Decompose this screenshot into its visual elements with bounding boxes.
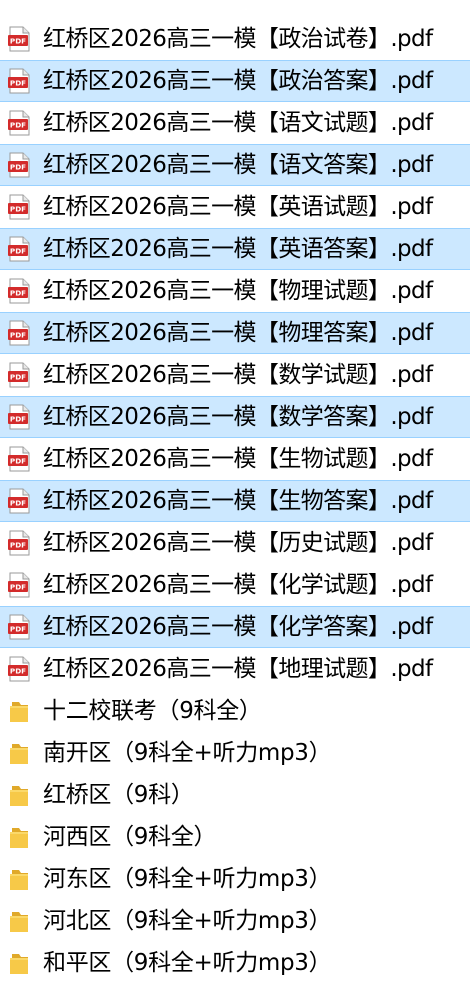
- pdf-file-icon: PDF: [8, 488, 30, 514]
- folder-icon: [10, 786, 28, 806]
- pdf-file-icon: PDF: [8, 362, 30, 388]
- file-row[interactable]: PDF 红桥区2026高三一模【英语答案】.pdf: [0, 228, 470, 270]
- file-row[interactable]: PDF 红桥区2026高三一模【化学答案】.pdf: [0, 606, 470, 648]
- svg-text:PDF: PDF: [10, 163, 26, 172]
- folder-name: 红桥区（9科）: [43, 782, 194, 808]
- folder-name: 十二校联考（9科全）: [43, 698, 262, 724]
- file-name: 红桥区2026高三一模【物理答案】.pdf: [43, 320, 433, 346]
- file-name: 红桥区2026高三一模【英语试题】.pdf: [43, 194, 433, 220]
- file-name: 红桥区2026高三一模【化学试题】.pdf: [43, 572, 433, 598]
- folder-icon: [10, 702, 28, 722]
- pdf-file-icon: PDF: [8, 530, 30, 556]
- folder-row[interactable]: 和平区（9科全+听力mp3）: [0, 942, 470, 984]
- pdf-file-icon: PDF: [8, 404, 30, 430]
- file-name: 红桥区2026高三一模【语文答案】.pdf: [43, 152, 433, 178]
- svg-text:PDF: PDF: [10, 415, 26, 424]
- folder-icon: [10, 744, 28, 764]
- folder-row[interactable]: 河东区（9科全+听力mp3）: [0, 858, 470, 900]
- file-row[interactable]: PDF 红桥区2026高三一模【数学试题】.pdf: [0, 354, 470, 396]
- file-row[interactable]: PDF 红桥区2026高三一模【数学答案】.pdf: [0, 396, 470, 438]
- folder-name: 和平区（9科全+听力mp3）: [43, 950, 332, 976]
- pdf-file-icon: PDF: [8, 278, 30, 304]
- file-row[interactable]: PDF 红桥区2026高三一模【物理试题】.pdf: [0, 270, 470, 312]
- file-name: 红桥区2026高三一模【政治答案】.pdf: [43, 68, 433, 94]
- file-row[interactable]: PDF 红桥区2026高三一模【地理试题】.pdf: [0, 648, 470, 690]
- svg-text:PDF: PDF: [10, 541, 26, 550]
- file-row[interactable]: PDF 红桥区2026高三一模【英语试题】.pdf: [0, 186, 470, 228]
- file-row[interactable]: PDF 红桥区2026高三一模【语文答案】.pdf: [0, 144, 470, 186]
- svg-text:PDF: PDF: [10, 667, 26, 676]
- file-row[interactable]: PDF 红桥区2026高三一模【语文试题】.pdf: [0, 102, 470, 144]
- svg-text:PDF: PDF: [10, 289, 26, 298]
- file-row[interactable]: PDF 红桥区2026高三一模【生物答案】.pdf: [0, 480, 470, 522]
- folder-row[interactable]: 红桥区（9科）: [0, 774, 470, 816]
- file-row[interactable]: PDF 红桥区2026高三一模【政治试卷】.pdf: [0, 18, 470, 60]
- folder-name: 河东区（9科全+听力mp3）: [43, 866, 332, 892]
- folder-row[interactable]: 南开区（9科全+听力mp3）: [0, 732, 470, 774]
- folder-name: 南开区（9科全+听力mp3）: [43, 740, 332, 766]
- file-name: 红桥区2026高三一模【数学答案】.pdf: [43, 404, 433, 430]
- svg-text:PDF: PDF: [10, 583, 26, 592]
- svg-text:PDF: PDF: [10, 499, 26, 508]
- svg-text:PDF: PDF: [10, 457, 26, 466]
- folder-row[interactable]: 河北区（9科全+听力mp3）: [0, 900, 470, 942]
- file-name: 红桥区2026高三一模【数学试题】.pdf: [43, 362, 433, 388]
- pdf-file-icon: PDF: [8, 572, 30, 598]
- file-name: 红桥区2026高三一模【政治试卷】.pdf: [43, 26, 433, 52]
- file-list: PDF 红桥区2026高三一模【政治试卷】.pdf PDF 红桥区2026高三一模【政…: [0, 0, 470, 986]
- folder-icon: [10, 828, 28, 848]
- folder-icon: [10, 870, 28, 890]
- svg-text:PDF: PDF: [10, 79, 26, 88]
- file-name: 红桥区2026高三一模【化学答案】.pdf: [43, 614, 433, 640]
- file-row[interactable]: PDF 红桥区2026高三一模【化学试题】.pdf: [0, 564, 470, 606]
- folder-icon: [10, 954, 28, 974]
- file-name: 红桥区2026高三一模【语文试题】.pdf: [43, 110, 433, 136]
- file-row[interactable]: PDF 红桥区2026高三一模【历史试题】.pdf: [0, 522, 470, 564]
- file-name: 红桥区2026高三一模【地理试题】.pdf: [43, 656, 433, 682]
- file-name: 红桥区2026高三一模【物理试题】.pdf: [43, 278, 433, 304]
- folder-row[interactable]: 十二校联考（9科全）: [0, 690, 470, 732]
- file-name: 红桥区2026高三一模【历史试题】.pdf: [43, 530, 433, 556]
- pdf-file-icon: PDF: [8, 236, 30, 262]
- folder-icon: [10, 912, 28, 932]
- folder-name: 河西区（9科全）: [43, 824, 217, 850]
- pdf-file-icon: PDF: [8, 152, 30, 178]
- svg-text:PDF: PDF: [10, 205, 26, 214]
- folder-name: 河北区（9科全+听力mp3）: [43, 908, 332, 934]
- svg-text:PDF: PDF: [10, 373, 26, 382]
- file-row[interactable]: PDF 红桥区2026高三一模【物理答案】.pdf: [0, 312, 470, 354]
- svg-text:PDF: PDF: [10, 121, 26, 130]
- pdf-file-icon: PDF: [8, 446, 30, 472]
- svg-text:PDF: PDF: [10, 625, 26, 634]
- pdf-file-icon: PDF: [8, 68, 30, 94]
- pdf-file-icon: PDF: [8, 320, 30, 346]
- svg-text:PDF: PDF: [10, 37, 26, 46]
- pdf-file-icon: PDF: [8, 26, 30, 52]
- pdf-file-icon: PDF: [8, 110, 30, 136]
- folder-row[interactable]: 河西区（9科全）: [0, 816, 470, 858]
- svg-text:PDF: PDF: [10, 331, 26, 340]
- file-row[interactable]: PDF 红桥区2026高三一模【生物试题】.pdf: [0, 438, 470, 480]
- file-name: 红桥区2026高三一模【英语答案】.pdf: [43, 236, 433, 262]
- file-name: 红桥区2026高三一模【生物试题】.pdf: [43, 446, 433, 472]
- file-name: 红桥区2026高三一模【生物答案】.pdf: [43, 488, 433, 514]
- pdf-file-icon: PDF: [8, 656, 30, 682]
- file-row[interactable]: PDF 红桥区2026高三一模【政治答案】.pdf: [0, 60, 470, 102]
- pdf-file-icon: PDF: [8, 614, 30, 640]
- pdf-file-icon: PDF: [8, 194, 30, 220]
- svg-text:PDF: PDF: [10, 247, 26, 256]
